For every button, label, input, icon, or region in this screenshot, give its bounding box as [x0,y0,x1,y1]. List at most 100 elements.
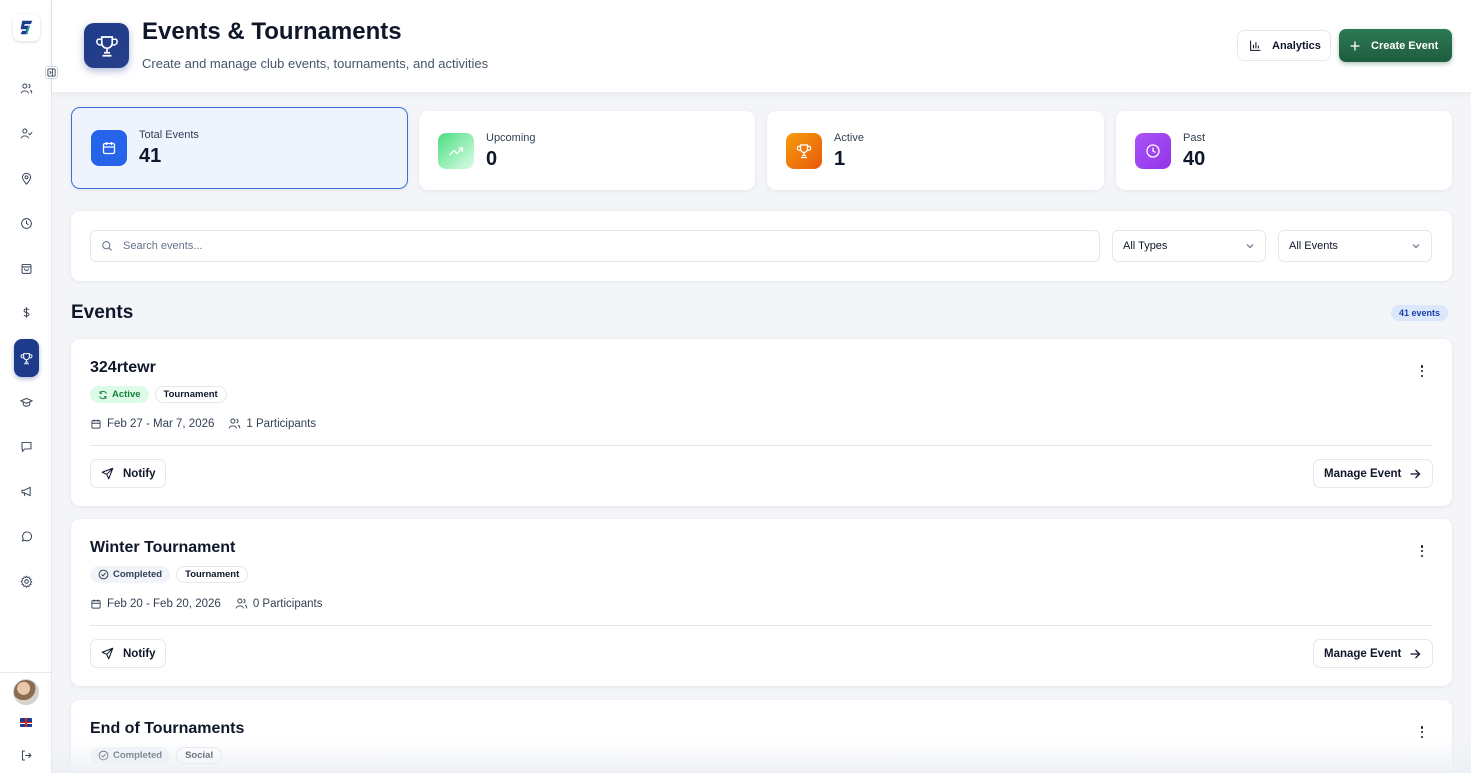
notify-button[interactable]: Notify [90,639,166,668]
calendar-icon [91,599,101,609]
map-pin-icon [21,172,32,185]
stat-value: 40 [1183,148,1206,170]
event-title[interactable]: Winter Tournament [90,539,235,557]
sidebar-item-academy[interactable] [14,390,39,415]
event-title[interactable]: End of Tournaments [90,720,244,738]
chevron-down-icon [1412,244,1420,249]
sidebar-item-members[interactable] [14,76,39,101]
event-participants-text: 0 Participants [252,597,323,610]
trending-up-icon [449,147,464,156]
trophy-icon [20,352,33,364]
stat-label: Upcoming [486,132,536,144]
notify-button-label: Notify [123,467,156,480]
sidebar-item-announcements[interactable] [14,479,39,504]
stat-icon-upcoming [438,133,474,169]
status-badge-label: Completed [113,750,163,761]
check-circle-icon [98,569,109,580]
sidebar-item-events[interactable] [14,339,39,377]
send-icon [101,467,114,480]
notify-button-label: Notify [123,647,156,660]
page-header: Events & Tournaments Create and manage c… [52,0,1471,92]
type-badge: Tournament [176,566,249,583]
arrow-right-icon [1410,469,1421,478]
type-badge: Social [176,747,223,764]
stat-label: Active [834,132,864,144]
sidebar-item-shop[interactable] [14,256,39,281]
type-badge: Tournament [154,386,227,403]
logout-button[interactable] [14,743,39,768]
events-count-badge: 41 events [1391,305,1449,321]
stat-value: 0 [486,148,498,170]
stat-icon-total [91,130,127,166]
logout-icon [21,750,32,761]
stat-card-past[interactable]: Past 40 [1116,111,1452,190]
event-badges: Active Tournament [90,386,227,403]
filter-bar: All Types All Events [71,211,1452,281]
gear-icon [20,575,33,588]
sidebar-item-locations[interactable] [14,166,39,191]
event-menu-button[interactable] [1416,364,1428,378]
language-flag-icon[interactable] [20,718,32,727]
type-filter-select[interactable]: All Types [1112,230,1266,262]
trophy-icon [95,35,118,57]
status-badge: Completed [90,747,171,764]
search-input[interactable] [123,240,1023,252]
create-event-button[interactable]: Create Event [1339,29,1452,62]
status-badge-label: Completed [113,569,163,580]
stat-card-total-events[interactable]: Total Events 41 [71,107,408,189]
panel-collapse-icon [47,68,56,77]
users-icon [229,418,241,429]
stat-card-active[interactable]: Active 1 [767,111,1104,190]
status-filter-value: All Events [1289,240,1338,252]
create-event-button-label: Create Event [1371,39,1439,52]
sidebar-item-schedule[interactable] [14,211,39,236]
event-dates: Feb 20 - Feb 20, 2026 [90,597,221,610]
status-badge-label: Active [112,389,141,400]
megaphone-icon [21,486,31,497]
event-badges: Completed Social [90,747,223,764]
event-participants: 1 Participants [228,417,316,430]
status-badge: Active [90,386,149,403]
sidebar-item-chat[interactable] [14,524,39,549]
sidebar-item-messages[interactable] [14,434,39,459]
card-divider [90,445,1433,446]
status-filter-select[interactable]: All Events [1278,230,1432,262]
sidebar-divider [0,672,52,673]
event-participants-text: 1 Participants [246,417,317,430]
dollar-icon [23,307,30,318]
message-square-icon [21,441,32,453]
event-meta: Feb 27 - Mar 7, 2026 1 Participants [90,417,316,430]
stat-value: 1 [834,148,846,170]
avatar[interactable] [13,679,39,705]
analytics-button-label: Analytics [1272,39,1321,52]
analytics-button[interactable]: Analytics [1237,30,1331,61]
page-subtitle: Create and manage club events, tournamen… [142,56,489,71]
manage-event-button[interactable]: Manage Event [1313,459,1433,488]
event-participants: 0 Participants [235,597,323,610]
users-icon [235,598,248,609]
status-badge: Completed [90,566,171,583]
sidebar-collapse-button[interactable] [45,66,58,79]
refresh-icon [99,390,107,399]
stat-label: Total Events [139,129,199,141]
event-title[interactable]: 324rtewr [90,359,156,377]
event-meta: Feb 20 - Feb 20, 2026 0 Participants [90,597,323,610]
stat-card-upcoming[interactable]: Upcoming 0 [419,111,755,190]
search-box[interactable] [90,230,1100,262]
logo-icon [20,20,33,35]
manage-event-button-label: Manage Event [1324,647,1402,660]
users-icon [20,83,33,94]
event-menu-button[interactable] [1416,544,1428,558]
notify-button[interactable]: Notify [90,459,166,488]
event-menu-button[interactable] [1416,725,1428,739]
sidebar-item-coaches[interactable] [14,121,39,146]
app-logo[interactable] [13,14,40,41]
search-icon [102,241,112,251]
calendar-icon [102,142,116,155]
stat-label: Past [1183,132,1206,144]
sidebar-item-settings[interactable] [14,569,39,594]
clock-icon [21,218,32,229]
manage-event-button[interactable]: Manage Event [1313,639,1433,668]
sidebar-item-finance[interactable] [14,300,39,325]
graduation-cap-icon [20,397,33,407]
